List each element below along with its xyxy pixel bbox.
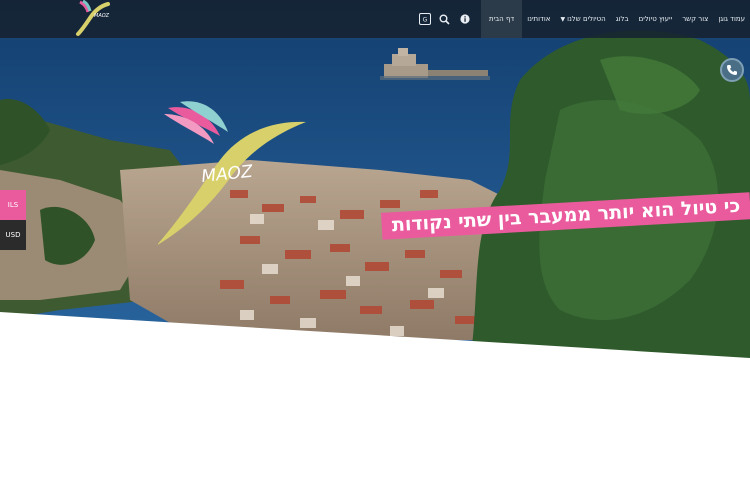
- nav-item-about[interactable]: אודותינו: [522, 0, 555, 38]
- chevron-down-icon: ▼: [560, 15, 566, 23]
- page: G דף הבית אודותינו הטיולים שלנו ▼ בלוג י…: [0, 0, 750, 500]
- site-logo[interactable]: MAOZ: [70, 0, 114, 38]
- info-icon[interactable]: [455, 0, 475, 38]
- translate-icon[interactable]: G: [415, 0, 435, 38]
- search-icon[interactable]: [435, 0, 455, 38]
- nav-icons: G: [415, 0, 475, 38]
- nav-item-label: צור קשר: [682, 15, 709, 23]
- currency-usd-button[interactable]: USD: [0, 220, 26, 250]
- nav-item-our-trips[interactable]: הטיולים שלנו ▼: [555, 0, 610, 38]
- hero-image: [0, 0, 750, 360]
- main-menu: דף הבית אודותינו הטיולים שלנו ▼ בלוג ייע…: [480, 0, 750, 38]
- logo-text-small: MAOZ: [94, 13, 110, 19]
- nav-item-contact[interactable]: צור קשר: [677, 0, 713, 38]
- hero-scene: [0, 0, 750, 360]
- nav-item-blog[interactable]: בלוג: [611, 0, 634, 38]
- nav-item-gogan-page[interactable]: עמוד גוגן: [713, 0, 750, 38]
- nav-item-label: אודותינו: [527, 15, 551, 23]
- phone-call-button[interactable]: [720, 58, 744, 82]
- currency-switcher: ILS USD: [0, 190, 26, 250]
- nav-item-label: ייעוץ טיולים: [638, 15, 673, 23]
- nav-item-label: דף הבית: [488, 15, 515, 23]
- nav-item-label: עמוד גוגן: [718, 15, 745, 23]
- nav-item-home[interactable]: דף הבית: [480, 0, 523, 38]
- currency-ils-button[interactable]: ILS: [0, 190, 26, 220]
- nav-item-trip-consulting[interactable]: ייעוץ טיולים: [634, 0, 678, 38]
- hero-logo: MAOZ: [156, 100, 308, 250]
- logo-text-large: MAOZ: [200, 162, 253, 187]
- svg-text:G: G: [423, 17, 428, 24]
- nav-item-label: הטיולים שלנו: [567, 15, 606, 23]
- logo-mark-small: MAOZ: [76, 0, 110, 36]
- nav-item-label: בלוג: [615, 15, 629, 23]
- phone-icon: [727, 65, 737, 75]
- logo-mark-large: MAOZ: [156, 101, 306, 246]
